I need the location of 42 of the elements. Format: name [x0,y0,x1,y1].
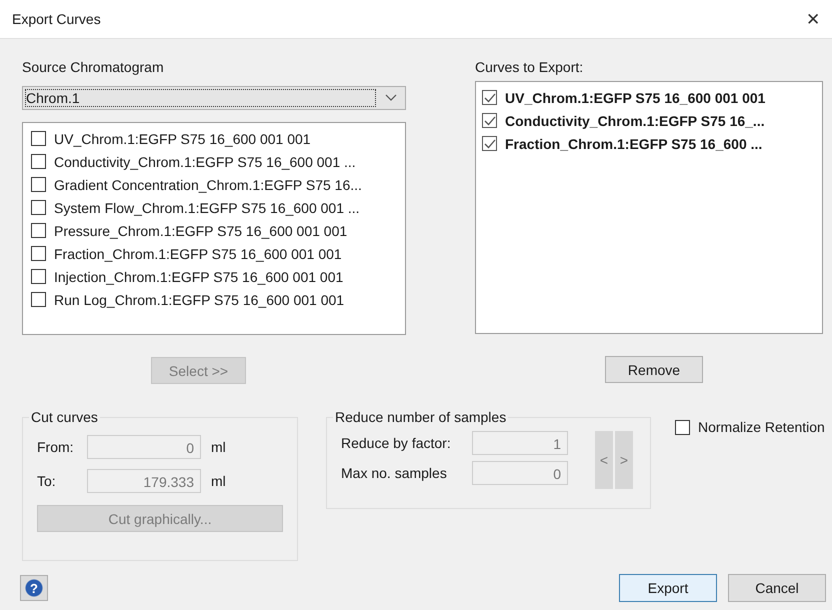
group-title: Reduce number of samples [334,409,508,425]
help-button[interactable]: ? [20,575,48,601]
field-label: To: [37,473,57,489]
curve-name: Injection_Chrom.1:EGFP S75 16_600 001 001 [54,268,344,284]
dialog-button[interactable]: Cancel [728,574,826,602]
dialog-button[interactable]: Export [619,574,717,602]
chevron-down-icon [385,94,397,102]
export-label: Curves to Export: [475,59,584,77]
group-title: Cut curves [30,409,99,425]
checkbox-label: Normalize Retention [698,419,825,435]
checkbox[interactable] [482,113,497,128]
curve-name: UV_Chrom.1:EGFP S75 16_600 001 001 [54,130,311,146]
remove-button[interactable]: Remove [605,356,703,383]
curve-name: Fraction_Chrom.1:EGFP S75 16_600 ... [505,136,762,152]
unit-label: ml [211,473,226,489]
close-button[interactable]: ✕ [802,8,824,30]
checkbox[interactable] [31,246,46,261]
window-title: Export Curves [12,11,101,27]
checkbox[interactable] [31,154,46,169]
source-label: Source Chromatogram [22,59,165,77]
curve-name: UV_Chrom.1:EGFP S75 16_600 001 001 [505,90,766,106]
checkbox[interactable] [31,292,46,307]
checkbox[interactable] [482,90,497,105]
curve-name: Fraction_Chrom.1:EGFP S75 16_600 001 001 [54,246,342,262]
curve-name: Conductivity_Chrom.1:EGFP S75 16_600 001 ... [54,154,356,170]
checkbox[interactable] [31,269,46,284]
checkbox[interactable] [31,223,46,238]
curve-name: Pressure_Chrom.1:EGFP S75 16_600 001 001 [54,222,348,238]
checkbox[interactable] [31,131,46,146]
checkbox[interactable] [31,177,46,192]
curve-name: System Flow_Chrom.1:EGFP S75 16_600 001 ... [54,200,360,216]
checkbox[interactable] [482,136,497,151]
source-dropdown[interactable]: Chrom.1 [22,86,406,110]
checkbox[interactable] [31,200,46,215]
curve-name: Run Log_Chrom.1:EGFP S75 16_600 001 001 [54,292,344,308]
field-label: Max no. samples [341,465,448,481]
unit-label: ml [211,439,226,455]
curve-name: Conductivity_Chrom.1:EGFP S75 16_... [505,112,765,128]
field-label: From: [37,439,75,455]
field-label: Reduce by factor: [341,435,452,451]
curve-name: Gradient Concentration_Chrom.1:EGFP S75 16... [54,176,362,192]
checkbox[interactable] [675,420,690,434]
